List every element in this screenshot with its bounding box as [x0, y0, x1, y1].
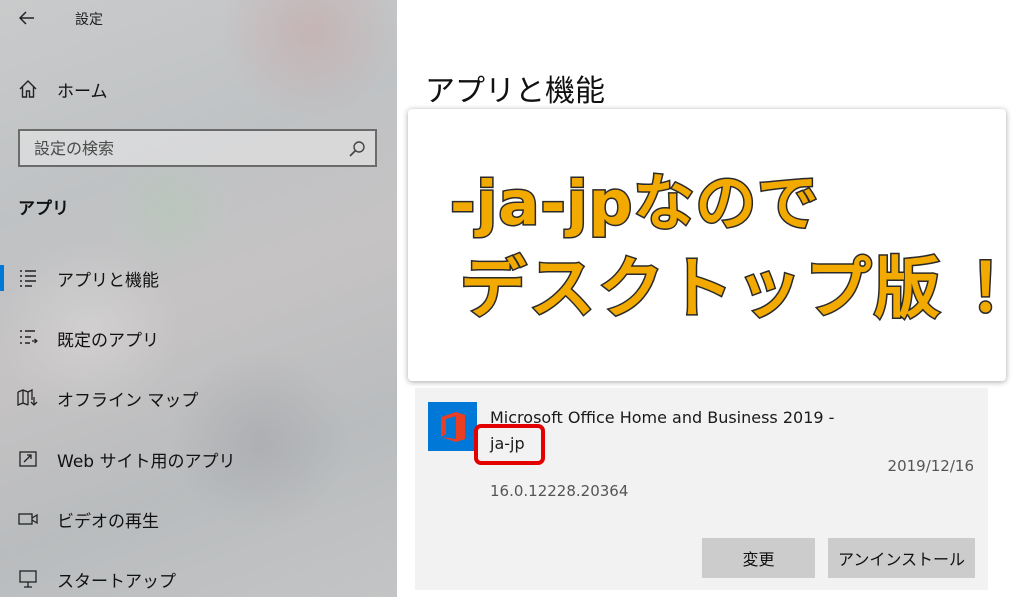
- callout-line-2: デスクトップ版 ！: [459, 249, 1030, 329]
- app-list-item[interactable]: Microsoft Office Home and Business 2019 …: [415, 388, 988, 590]
- apps-for-websites-icon: [16, 447, 40, 471]
- search-icon[interactable]: [347, 139, 367, 159]
- callout-line-1: -ja-jpなので: [448, 167, 820, 241]
- main-content: アプリと機能 -ja-jpなので デスクトップ版 ！ Microsoft Off…: [397, 0, 1030, 597]
- sidebar-item-label: 既定のアプリ: [57, 330, 159, 351]
- settings-search[interactable]: [18, 129, 377, 167]
- sidebar-item-offline-maps[interactable]: オフライン マップ: [0, 378, 397, 418]
- window-title: 設定: [75, 12, 103, 28]
- sidebar-item-apps-for-websites[interactable]: Web サイト用のアプリ: [0, 439, 397, 479]
- app-name: Microsoft Office Home and Business 2019 …: [490, 408, 835, 427]
- back-arrow-icon: [19, 11, 34, 25]
- offline-maps-icon: [16, 386, 40, 410]
- home-icon: [16, 77, 40, 101]
- sidebar-item-label: オフライン マップ: [57, 390, 199, 411]
- uninstall-button[interactable]: アンインストール: [828, 538, 975, 578]
- search-input[interactable]: [20, 131, 340, 165]
- apps-features-icon: [16, 266, 40, 290]
- annotation-callout: -ja-jpなので デスクトップ版 ！: [408, 109, 1030, 381]
- sidebar-item-apps-features[interactable]: アプリと機能: [0, 258, 397, 298]
- app-version: 16.0.12228.20364: [490, 482, 629, 500]
- video-playback-icon: [16, 507, 40, 531]
- startup-icon: [16, 567, 40, 591]
- sidebar-item-label: アプリと機能: [57, 270, 159, 291]
- page-title: アプリと機能: [425, 74, 605, 109]
- sidebar: 設定 ホーム アプリ アプリと機能 既定: [0, 0, 397, 597]
- install-date: 2019/12/16: [887, 457, 974, 475]
- modify-button[interactable]: 変更: [702, 538, 815, 578]
- back-button[interactable]: [14, 5, 40, 31]
- section-title: アプリ: [18, 199, 69, 219]
- sidebar-item-label: Web サイト用のアプリ: [57, 451, 236, 472]
- sidebar-item-home[interactable]: ホーム: [0, 69, 397, 109]
- sidebar-item-startup[interactable]: スタートアップ: [0, 559, 397, 597]
- default-apps-icon: [16, 326, 40, 350]
- title-bar: 設定: [0, 0, 397, 36]
- sidebar-item-label: ホーム: [57, 81, 108, 102]
- sidebar-item-label: ビデオの再生: [57, 511, 159, 532]
- sidebar-item-label: スタートアップ: [57, 571, 176, 592]
- office-logo-icon: [428, 402, 477, 451]
- highlight-box: [474, 424, 545, 465]
- sidebar-item-video-playback[interactable]: ビデオの再生: [0, 499, 397, 539]
- sidebar-item-default-apps[interactable]: 既定のアプリ: [0, 318, 397, 358]
